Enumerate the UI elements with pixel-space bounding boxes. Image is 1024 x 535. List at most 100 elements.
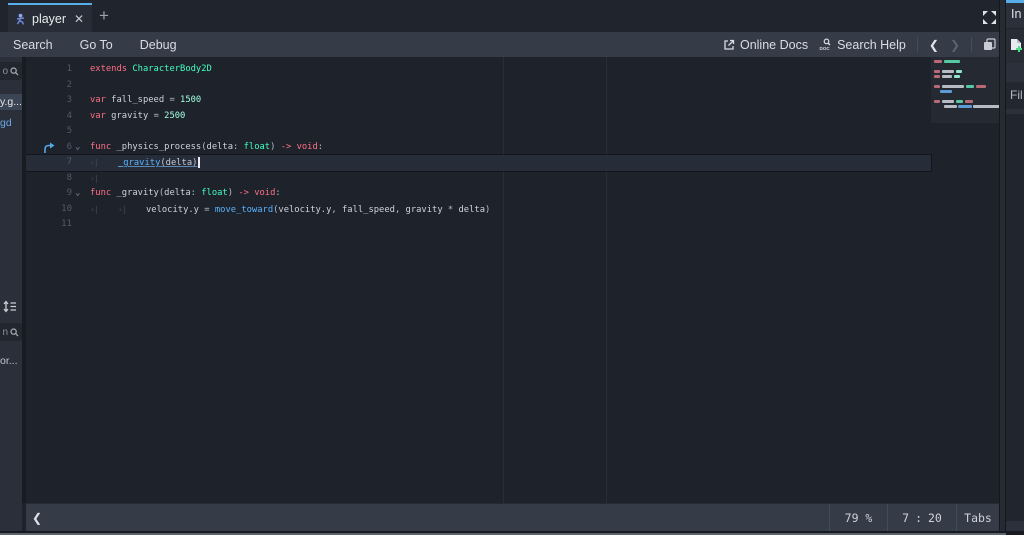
filter-properties-input[interactable]: Fil bbox=[1006, 82, 1024, 109]
member-list-item[interactable]: or... bbox=[0, 355, 22, 367]
minimap-bar bbox=[976, 85, 986, 88]
override-arrow-icon[interactable] bbox=[43, 142, 55, 154]
code-line-8[interactable]: 8 ›| bbox=[26, 171, 931, 187]
right-dock: In Fil bbox=[1006, 0, 1024, 535]
svg-text:DOC: DOC bbox=[820, 46, 831, 51]
minimap-bar bbox=[944, 105, 957, 108]
minimap-bar bbox=[934, 75, 940, 78]
minimap-bar bbox=[973, 105, 1000, 108]
minimap-bar bbox=[942, 100, 954, 103]
external-link-icon bbox=[723, 39, 735, 51]
code-text: ›| bbox=[90, 171, 118, 187]
script-list-icon[interactable] bbox=[983, 38, 996, 51]
line-number[interactable]: 5 bbox=[26, 124, 72, 140]
tab-inspector[interactable]: In bbox=[1011, 7, 1021, 21]
tab-marker: ›| bbox=[90, 204, 99, 214]
godot-script-editor: player ✕ + Search Go To Debug Online Doc… bbox=[0, 0, 1024, 535]
gdscript-icon bbox=[15, 13, 26, 25]
fold-chevron-icon[interactable]: ⌄ bbox=[75, 186, 80, 202]
code-text: ›| ›| velocity.y = move_toward(velocity.y,… bbox=[90, 202, 490, 218]
text-caret bbox=[198, 157, 200, 168]
script-list-item[interactable]: gd bbox=[0, 117, 22, 129]
menu-item-debug[interactable]: Debug bbox=[140, 38, 177, 52]
close-icon[interactable]: ✕ bbox=[74, 12, 84, 26]
minimap-bar bbox=[934, 85, 940, 88]
code-line-3[interactable]: 3 var fall_speed = 1500 bbox=[26, 93, 931, 109]
line-number[interactable]: 4 bbox=[26, 109, 72, 125]
cursor-position: 7 : 20 bbox=[887, 504, 956, 531]
code-line-10[interactable]: 10 ›| ›| velocity.y = move_toward(velocity.… bbox=[26, 202, 931, 218]
filter-methods-input[interactable]: n bbox=[0, 323, 22, 341]
history-forward-button[interactable]: ❯ bbox=[950, 38, 960, 52]
code-line-5[interactable]: 5 bbox=[26, 124, 931, 140]
tab-label: player bbox=[32, 11, 67, 26]
minimap-bar bbox=[954, 75, 960, 78]
line-number[interactable]: 2 bbox=[26, 78, 72, 94]
history-back-button[interactable]: ❮ bbox=[929, 38, 939, 52]
search-icon bbox=[10, 327, 19, 337]
filter-scripts-input[interactable]: o bbox=[0, 62, 22, 80]
minimap[interactable] bbox=[931, 57, 1000, 503]
line-number[interactable]: 3 bbox=[26, 93, 72, 109]
sort-members-icon[interactable] bbox=[3, 300, 17, 313]
code-text: extends CharacterBody2D bbox=[90, 64, 212, 74]
inspector-toolbar bbox=[1006, 28, 1024, 63]
code-line-2[interactable]: 2 bbox=[26, 78, 931, 94]
code-text: var gravity = 2500 bbox=[90, 110, 186, 121]
code-line-1[interactable]: 1 extends CharacterBody2D bbox=[26, 62, 931, 78]
code-text: var fall_speed = 1500 bbox=[90, 95, 202, 105]
line-number[interactable]: 10 bbox=[26, 202, 72, 218]
code-editor[interactable]: 1 extends CharacterBody2D 2 3 var fall_speed… bbox=[26, 57, 1000, 503]
search-icon bbox=[10, 66, 19, 76]
code-text: func _gravity(delta: float) -> void: bbox=[90, 188, 281, 198]
tab-marker: ›| bbox=[90, 173, 99, 183]
toggle-scripts-panel-button[interactable]: ❮ bbox=[32, 511, 42, 525]
code-line-4[interactable]: 4 var gravity = 2500 bbox=[26, 109, 931, 125]
tab-player[interactable]: player ✕ bbox=[8, 3, 92, 32]
minimap-bar bbox=[966, 85, 974, 88]
line-number[interactable]: 11 bbox=[26, 217, 72, 233]
new-tab-button[interactable]: + bbox=[94, 5, 114, 27]
code-text: ›| _gravity(delta) bbox=[90, 155, 200, 171]
code-line-7[interactable]: 7 ›| _gravity(delta) bbox=[26, 154, 932, 172]
menu-item-go-to[interactable]: Go To bbox=[80, 38, 113, 52]
menu-bar: Search Go To Debug Online Docs DOC Searc… bbox=[0, 32, 1006, 57]
zoom-level: 79 % bbox=[829, 504, 887, 531]
new-resource-icon[interactable] bbox=[1009, 38, 1023, 53]
minimap-bar bbox=[958, 105, 972, 108]
code-lines: 1 extends CharacterBody2D 2 3 var fall_speed… bbox=[26, 62, 1000, 233]
online-docs-button[interactable]: Online Docs bbox=[723, 38, 808, 52]
minimap-bar bbox=[956, 100, 963, 103]
menu-item-search[interactable]: Search bbox=[13, 38, 53, 52]
line-number[interactable]: 8 bbox=[26, 171, 72, 187]
tab-marker: ›| bbox=[90, 158, 99, 167]
status-bar: ❮ 79 % 7 : 20 Tabs bbox=[26, 503, 999, 531]
line-number[interactable]: 1 bbox=[26, 62, 72, 78]
scripts-panel-strip: o y.g... gd n or... bbox=[0, 57, 22, 531]
minimap-bar bbox=[944, 60, 960, 63]
script-tab-bar: player ✕ + bbox=[0, 0, 1024, 32]
indent-mode: Tabs bbox=[956, 504, 999, 531]
vertical-scrollbar[interactable] bbox=[999, 0, 1006, 535]
minimap-bar bbox=[934, 100, 940, 103]
dock-tab-accent bbox=[1006, 0, 1024, 3]
script-list-item-selected[interactable]: y.g... bbox=[0, 94, 22, 110]
minimap-bar bbox=[956, 70, 962, 73]
separator bbox=[971, 37, 972, 52]
code-line-9[interactable]: 9 ⌄ func _gravity(delta: float) -> void: bbox=[26, 186, 931, 202]
minimap-bar bbox=[942, 85, 964, 88]
inspector-content bbox=[1006, 114, 1024, 521]
distraction-free-icon[interactable] bbox=[980, 8, 998, 26]
minimap-bar bbox=[934, 70, 940, 73]
minimap-bar bbox=[942, 75, 952, 78]
code-line-11[interactable]: 11 bbox=[26, 217, 931, 233]
line-number[interactable]: 7 bbox=[26, 155, 72, 171]
tab-marker: ›| bbox=[118, 204, 127, 214]
fold-chevron-icon[interactable]: ⌄ bbox=[75, 140, 80, 156]
line-number[interactable]: 9 bbox=[26, 186, 72, 202]
code-line-6[interactable]: 6 ⌄ func _physics_process(delta: float) ->… bbox=[26, 140, 931, 156]
search-help-button[interactable]: DOC Search Help bbox=[819, 38, 906, 52]
minimap-bar bbox=[940, 90, 952, 93]
separator bbox=[916, 37, 918, 52]
menu-items: Search Go To Debug bbox=[0, 38, 177, 52]
